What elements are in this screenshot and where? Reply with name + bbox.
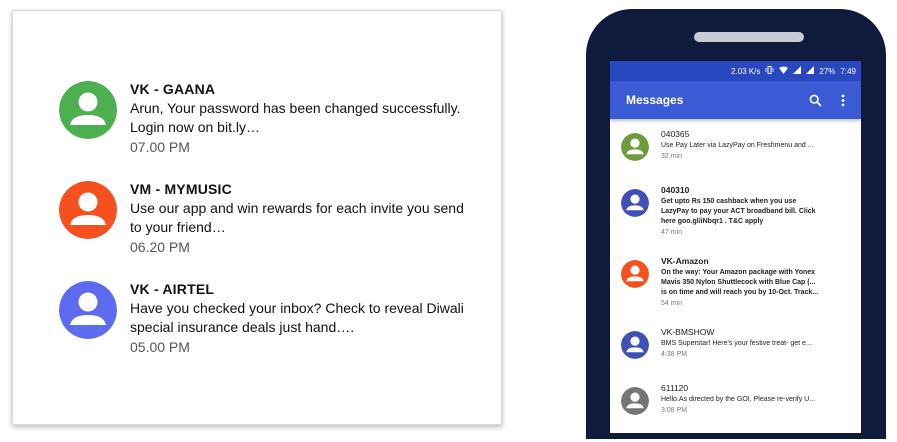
avatar [621,260,649,288]
more-vert-icon[interactable] [833,90,853,110]
message-time: 07.00 PM [130,139,190,155]
app-title: Messages [626,93,684,107]
message-time: 3:08 PM [661,407,688,414]
avatar [621,387,649,415]
wifi-icon [779,66,789,76]
status-bar: 2.03 K/s 27% 7:49 [610,61,861,81]
message-preview: Have you checked your inbox? Check to re… [130,300,464,335]
signal-icon [793,66,802,76]
avatar [59,281,117,339]
message-item[interactable]: VK - GAANA Arun, Your password has been … [59,81,499,171]
person-icon [59,281,117,339]
notification-card: VK - GAANA Arun, Your password has been … [12,10,502,425]
phone-speaker [694,32,804,42]
phone-frame: 2.03 K/s 27% 7:49 Messages 040365 Use Pa… [586,9,886,439]
message-preview: BMS Superstar! Here's your festive treat… [661,340,812,347]
message-preview: Use Pay Later via LazyPay on Freshmenu a… [661,142,814,149]
message-sender: VK - GAANA [130,81,216,97]
message-time: 32 min [661,153,683,160]
network-speed: 2.03 K/s [731,66,761,76]
person-icon [621,260,649,288]
message-preview: On the way: Your Amazon package with Yon… [661,269,819,296]
search-icon[interactable] [805,90,825,110]
message-preview: Arun, Your password has been changed suc… [130,100,461,135]
message-item[interactable]: VM - MYMUSIC Use our app and win rewards… [59,181,499,271]
message-time: 54 min [661,300,683,307]
person-icon [621,189,649,217]
message-sender: VK - AIRTEL [130,281,215,297]
message-sender: VK-BMSHOW [661,327,715,337]
vibrate-icon [765,66,774,76]
person-icon [621,387,649,415]
phone-screen: 2.03 K/s 27% 7:49 Messages 040365 Use Pa… [610,61,861,433]
message-sender: 040365 [661,129,690,139]
person-icon [621,133,649,161]
avatar [621,133,649,161]
message-preview: Get upto Rs 150 cashback when you use La… [661,198,816,225]
clock: 7:49 [840,66,856,76]
message-preview: Hello.As directed by the GOI, Please re-… [661,396,816,403]
battery-level: 27% [819,66,836,76]
message-time: 05.00 PM [130,339,190,355]
message-time: 4:38 PM [661,351,688,358]
person-icon [621,331,649,359]
avatar [59,181,117,239]
avatar [621,189,649,217]
message-item[interactable]: VK - AIRTEL Have you checked your inbox?… [59,281,499,371]
message-sender: 040310 [661,185,690,195]
message-sender: 611120 [661,383,689,393]
app-bar: Messages [610,81,861,119]
signal-icon [806,66,815,76]
person-icon [59,81,117,139]
avatar [59,81,117,139]
message-preview: Use our app and win rewards for each inv… [130,200,464,235]
message-time: 06.20 PM [130,239,190,255]
person-icon [59,181,117,239]
message-sender: VK-Amazon [661,256,709,266]
message-sender: VM - MYMUSIC [130,181,232,197]
message-time: 47 min [661,229,683,236]
avatar [621,331,649,359]
